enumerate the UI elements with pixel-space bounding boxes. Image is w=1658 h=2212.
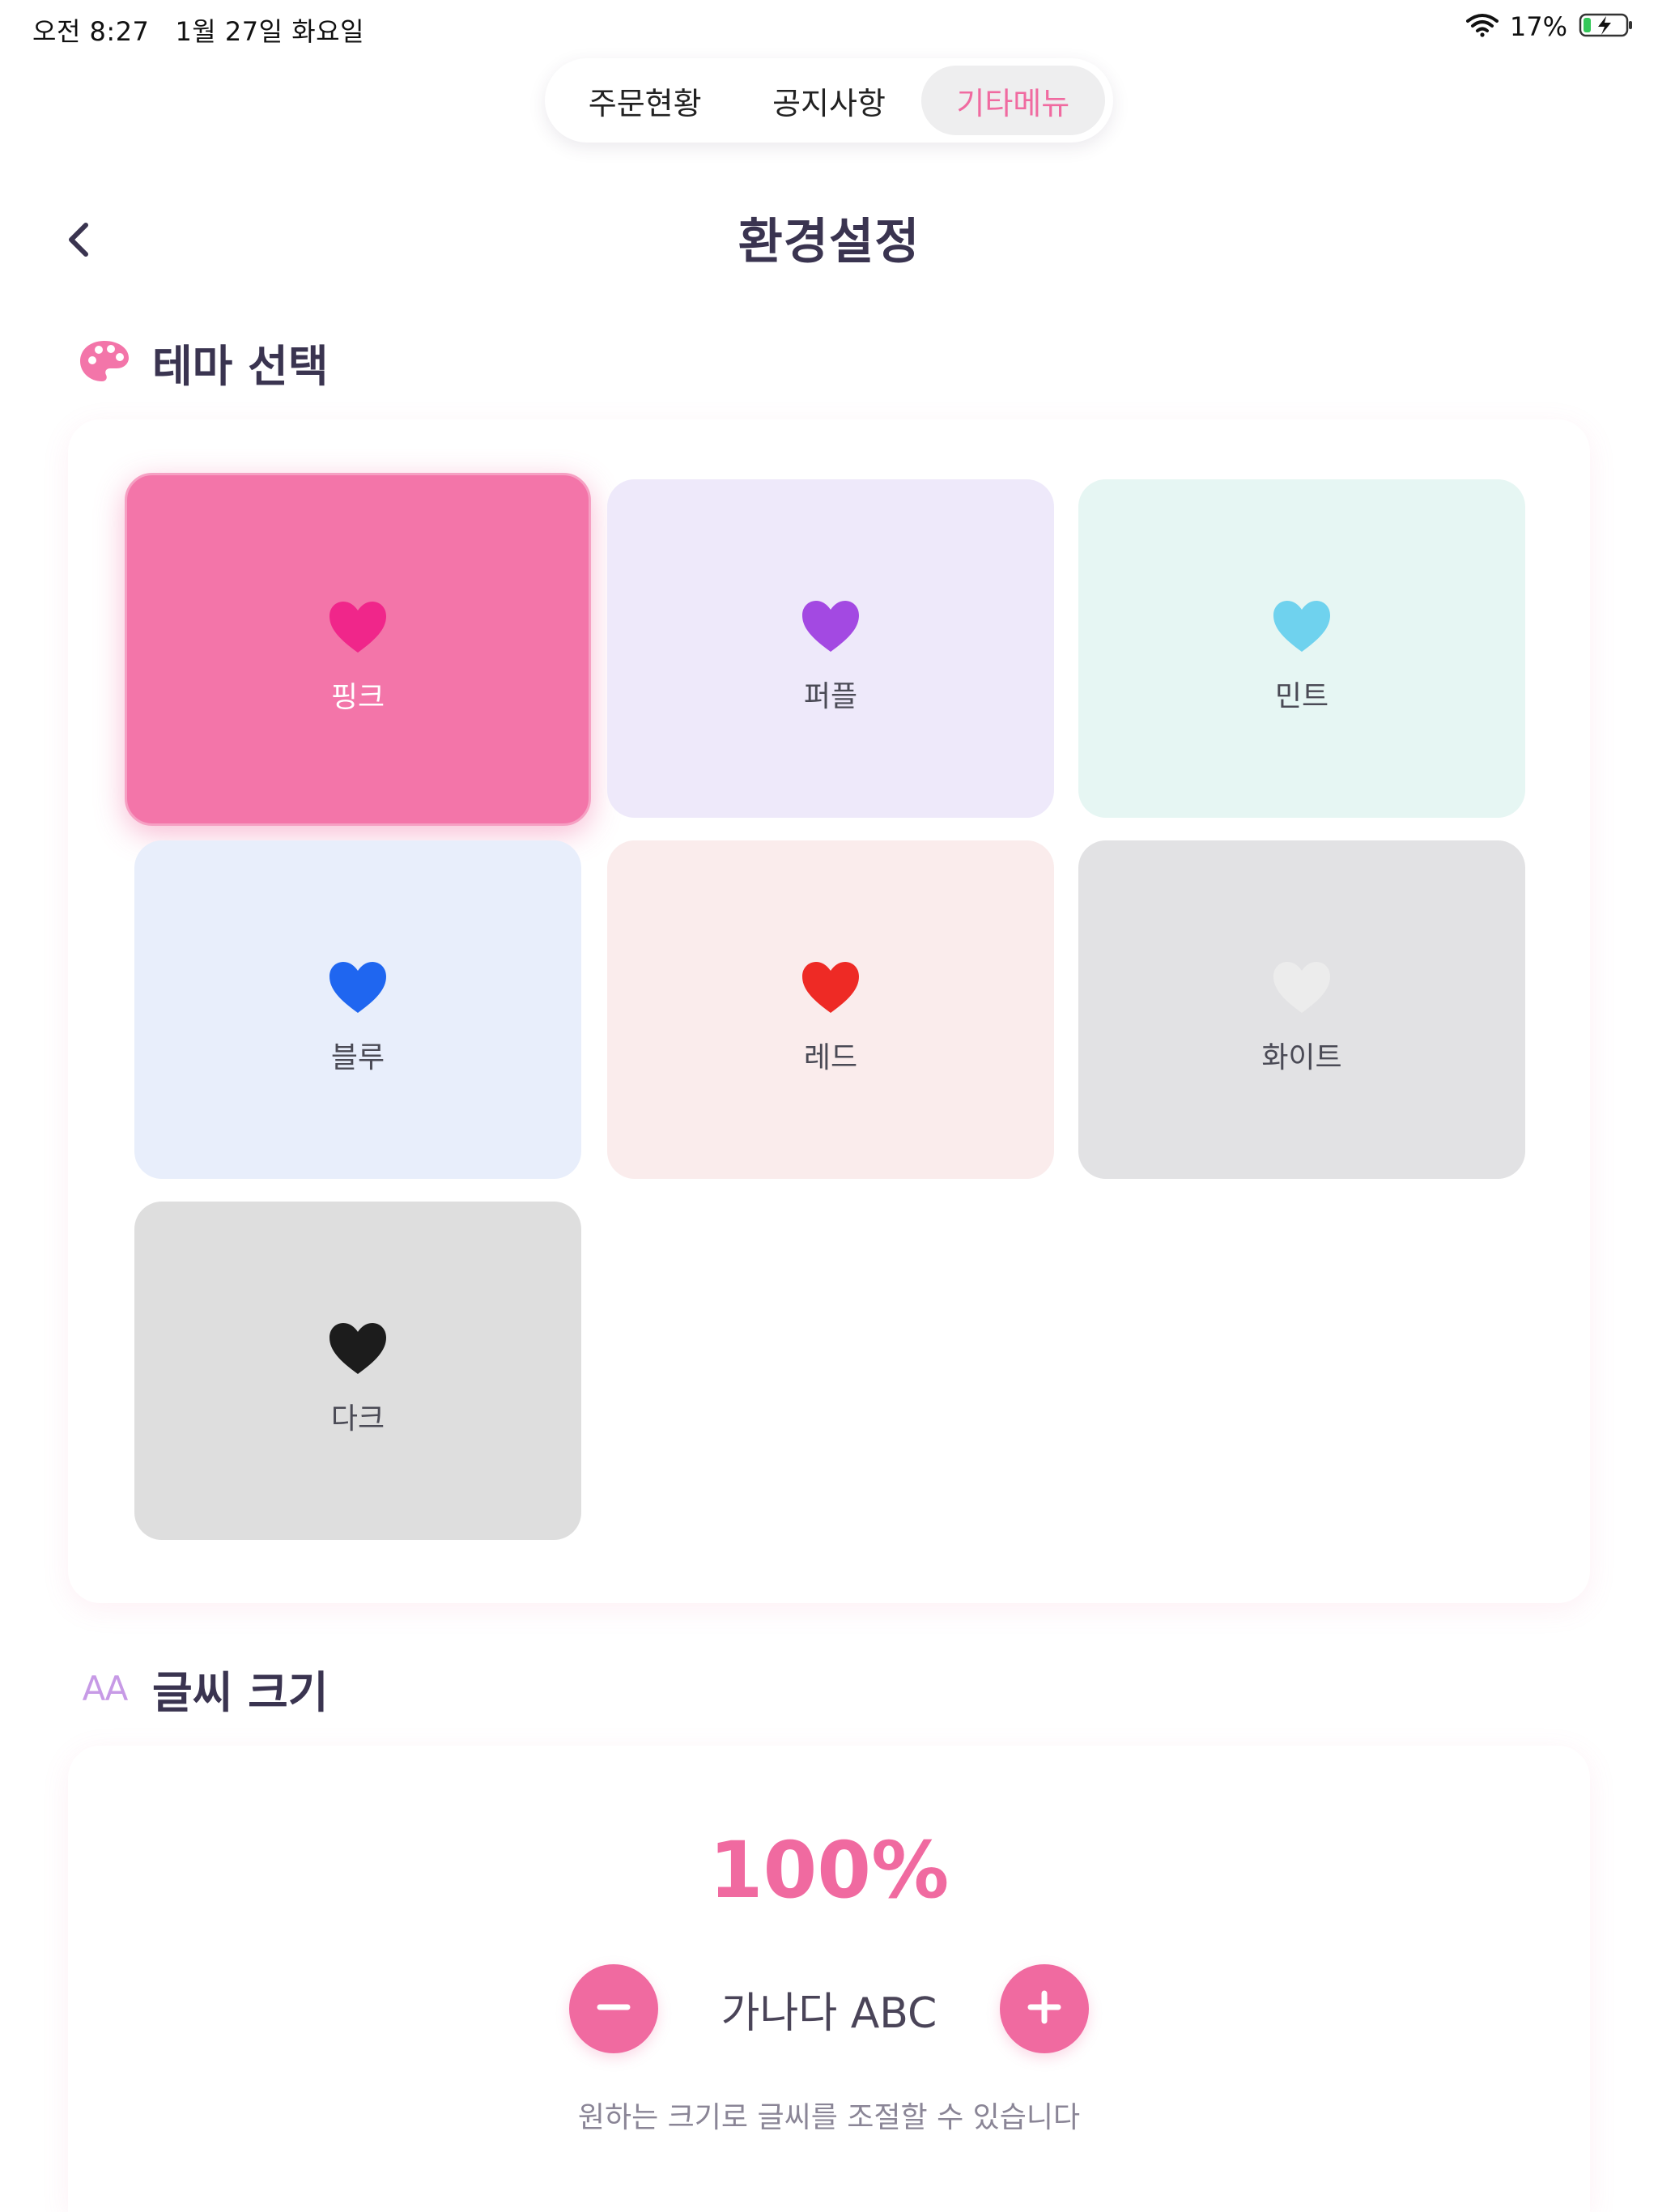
theme-tile-blue[interactable]: 블루 (134, 840, 581, 1179)
tab-notices[interactable]: 공지사항 (737, 66, 920, 135)
heart-icon (802, 962, 859, 1013)
theme-label: 블루 (330, 1041, 385, 1074)
heart-icon (329, 1323, 386, 1374)
font-size-hint: 원하는 크기로 글씨를 조절할 수 있습니다 (577, 2101, 1081, 2134)
page-title: 환경설정 (738, 214, 920, 270)
top-tab-bar: 주문현황 공지사항 기타메뉴 (545, 58, 1113, 143)
font-preview-text: 가나다 ABC (721, 1989, 937, 2038)
theme-label: 퍼플 (803, 680, 858, 713)
tab-order-status[interactable]: 주문현황 (553, 66, 737, 135)
battery-charging-icon (1579, 12, 1634, 41)
increase-font-button[interactable] (1000, 1964, 1089, 2053)
heart-icon (1273, 601, 1330, 652)
theme-section-title: 테마 선택 (152, 341, 329, 392)
font-size-percent: 100% (708, 1825, 950, 1916)
heart-icon (1273, 962, 1330, 1013)
theme-tile-white[interactable]: 화이트 (1078, 840, 1525, 1179)
decrease-font-button[interactable] (569, 1964, 658, 2053)
status-date: 1월 27일 화요일 (175, 16, 365, 47)
tab-other-menu[interactable]: 기타메뉴 (920, 66, 1105, 135)
theme-section-heading: 테마 선택 (78, 330, 329, 394)
status-time: 오전 8:27 1월 27일 화요일 (32, 11, 364, 49)
theme-label: 다크 (330, 1402, 385, 1436)
palette-icon (78, 338, 131, 387)
status-bar: 오전 8:27 1월 27일 화요일 17% (0, 0, 1658, 57)
font-size-section-title: 글씨 크기 (152, 1667, 329, 1718)
theme-tile-mint[interactable]: 민트 (1078, 479, 1525, 818)
theme-tile-red[interactable]: 레드 (607, 840, 1054, 1179)
theme-tile-dark[interactable]: 다크 (134, 1202, 581, 1540)
font-size-controls: 가나다 ABC (0, 1964, 1658, 2053)
wifi-icon (1465, 13, 1499, 40)
theme-tile-purple[interactable]: 퍼플 (607, 479, 1054, 818)
heart-icon (802, 601, 859, 652)
theme-tile-pink[interactable]: 핑크 (125, 473, 591, 826)
theme-label: 민트 (1274, 680, 1329, 713)
theme-label: 레드 (803, 1041, 858, 1074)
font-size-icon: AA (82, 1669, 129, 1708)
heart-icon (329, 962, 386, 1013)
status-clock: 오전 8:27 (32, 16, 150, 47)
theme-label: 화이트 (1261, 1041, 1342, 1074)
minus-icon (592, 1985, 636, 2032)
battery-percent: 17% (1509, 11, 1567, 42)
heart-icon (329, 602, 386, 653)
font-size-section-heading: AA 글씨 크기 (78, 1657, 329, 1721)
theme-label: 핑크 (330, 681, 385, 714)
status-right: 17% (1465, 11, 1634, 42)
plus-icon (1022, 1985, 1066, 2032)
